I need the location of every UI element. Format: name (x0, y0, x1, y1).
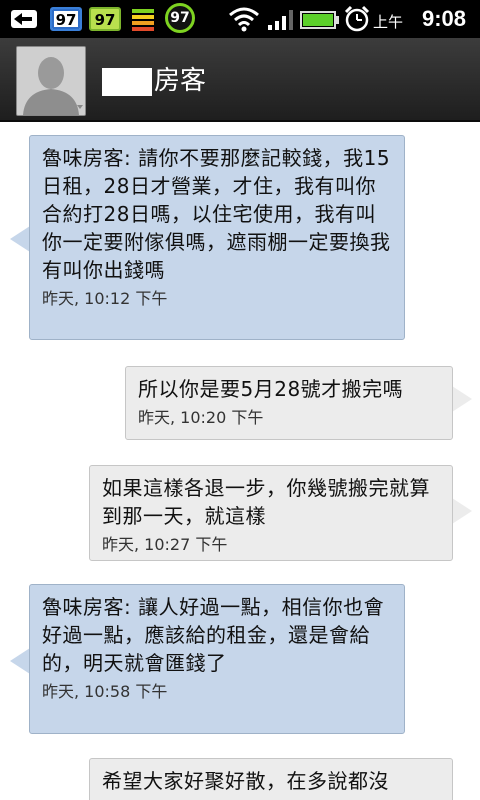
message-bubble-incoming[interactable]: 魯味房客: 讓人好過一點，相信你也會好過一點，應該給的租金，還是會給的，明天就會… (29, 584, 405, 734)
message-text: 如果這樣各退一步，你幾號搬完就算到那一天，就這樣 (102, 476, 430, 528)
bubble-tail (10, 648, 30, 674)
message-text: 魯味房客: 請你不要那麼記較錢，我15日租，28日才營業，才住，我有叫你合約打2… (42, 146, 391, 282)
contact-avatar[interactable] (16, 46, 86, 116)
conversation-header: 房客 (0, 38, 480, 122)
message-bubble-outgoing[interactable]: 所以你是要5月28號才搬完嗎 昨天, 10:20 下午 (125, 366, 453, 440)
bubble-tail (10, 226, 30, 252)
signal-strength-bars-icon (132, 9, 154, 31)
redacted-name-block (102, 67, 152, 96)
message-bubble-outgoing[interactable]: 如果這樣各退一步，你幾號搬完就算到那一天，就這樣 昨天, 10:27 下午 (89, 465, 453, 561)
notification-badge-blue[interactable]: 97 (50, 7, 82, 31)
message-timestamp: 昨天, 10:12 下午 (42, 289, 168, 308)
message-text: 魯味房客: 讓人好過一點，相信你也會好過一點，應該給的租金，還是會給的，明天就會… (42, 595, 385, 675)
notification-badge-green[interactable]: 97 (89, 7, 121, 31)
message-timestamp: 昨天, 10:58 下午 (42, 682, 168, 701)
message-text: 希望大家好聚好散，在多說都沒 (102, 769, 389, 793)
message-thread[interactable]: 魯味房客: 請你不要那麼記較錢，我15日租，28日才營業，才住，我有叫你合約打2… (0, 122, 480, 800)
battery-circle-icon: 97 (165, 3, 195, 33)
message-text: 所以你是要5月28號才搬完嗎 (138, 377, 404, 401)
back-arrow-icon[interactable] (8, 7, 40, 31)
bubble-tail (452, 498, 472, 524)
status-bar: 97 97 97 上午 9:08 (0, 0, 480, 38)
alarm-clock-icon (344, 5, 370, 32)
battery-icon (300, 11, 339, 29)
wifi-icon (229, 7, 259, 32)
message-timestamp: 昨天, 10:20 下午 (138, 408, 264, 427)
message-bubble-outgoing[interactable]: 希望大家好聚好散，在多說都沒 (89, 758, 453, 800)
message-bubble-incoming[interactable]: 魯味房客: 請你不要那麼記較錢，我15日租，28日才營業，才住，我有叫你合約打2… (29, 135, 405, 340)
default-contact-silhouette-icon (17, 47, 85, 115)
cell-signal-icon (268, 10, 293, 30)
status-clock: 9:08 (421, 6, 466, 31)
contact-name-label: 房客 (154, 66, 207, 96)
message-timestamp: 昨天, 10:27 下午 (102, 535, 228, 554)
bubble-tail (452, 386, 472, 412)
ampm-label: 上午 (372, 13, 403, 31)
contact-name[interactable]: 房客 (102, 60, 206, 96)
